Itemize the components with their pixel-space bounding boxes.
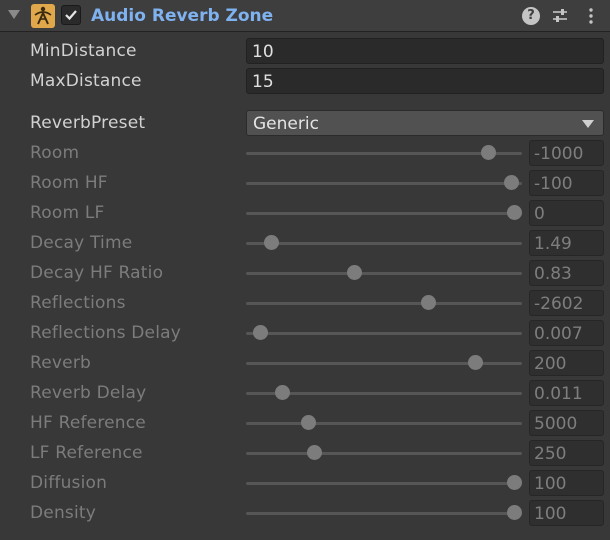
lf-reference-slider-track[interactable] xyxy=(246,452,522,455)
reflections-delay-label: Reflections Delay xyxy=(30,323,181,343)
audio-reverb-zone-icon xyxy=(31,4,55,28)
diffusion-value-field[interactable]: 100 xyxy=(529,470,604,496)
density-slider-thumb[interactable] xyxy=(506,505,522,520)
reflections-delay-row: Reflections Delay 0.007 xyxy=(0,320,610,346)
max-distance-label: MaxDistance xyxy=(30,71,142,91)
reflections-row: Reflections -2602 xyxy=(0,290,610,316)
reverb-slider-thumb[interactable] xyxy=(468,355,484,370)
diffusion-row: Diffusion 100 xyxy=(0,470,610,496)
decay-time-label: Decay Time xyxy=(30,233,133,253)
density-row: Density 100 xyxy=(0,500,610,526)
room-hf-slider-track[interactable] xyxy=(246,182,522,185)
reverb-preset-row: ReverbPreset Generic xyxy=(0,110,610,136)
hf-reference-slider-track[interactable] xyxy=(246,422,522,425)
room-hf-row: Room HF -100 xyxy=(0,170,610,196)
presets-icon[interactable] xyxy=(551,7,569,25)
reverb-preset-dropdown[interactable]: Generic xyxy=(246,110,604,136)
component-header: Audio Reverb Zone ? xyxy=(0,0,610,32)
reverb-value-field[interactable]: 200 xyxy=(529,350,604,376)
density-value-field[interactable]: 100 xyxy=(529,500,604,526)
reflections-delay-slider-track[interactable] xyxy=(246,332,522,335)
min-distance-field[interactable]: 10 xyxy=(246,38,604,64)
dropdown-arrow-icon xyxy=(582,120,594,128)
reverb-delay-slider-thumb[interactable] xyxy=(274,385,290,400)
decay-time-slider-thumb[interactable] xyxy=(263,235,279,250)
component-title: Audio Reverb Zone xyxy=(91,6,274,26)
room-hf-value-field[interactable]: -100 xyxy=(529,170,604,196)
lf-reference-slider-thumb[interactable] xyxy=(306,445,322,460)
reverb-delay-label: Reverb Delay xyxy=(30,383,147,403)
hf-reference-label: HF Reference xyxy=(30,413,146,433)
reverb-label: Reverb xyxy=(30,353,92,373)
decay-time-row: Decay Time 1.49 xyxy=(0,230,610,256)
reflections-delay-value-field[interactable]: 0.007 xyxy=(529,320,604,346)
room-slider-thumb[interactable] xyxy=(480,145,496,160)
diffusion-slider-thumb[interactable] xyxy=(506,475,522,490)
diffusion-slider-track[interactable] xyxy=(246,482,522,485)
max-distance-row: MaxDistance 15 xyxy=(0,68,610,94)
room-lf-slider-thumb[interactable] xyxy=(506,205,522,220)
reflections-slider-thumb[interactable] xyxy=(421,295,437,310)
reverb-row: Reverb 200 xyxy=(0,350,610,376)
room-lf-slider-track[interactable] xyxy=(246,212,522,215)
reverb-delay-row: Reverb Delay 0.011 xyxy=(0,380,610,406)
diffusion-label: Diffusion xyxy=(30,473,108,493)
component-enabled-checkbox[interactable] xyxy=(61,5,81,25)
reflections-value-field[interactable]: -2602 xyxy=(529,290,604,316)
room-hf-slider-thumb[interactable] xyxy=(503,175,519,190)
room-lf-label: Room LF xyxy=(30,203,105,223)
decay-hf-ratio-slider-track[interactable] xyxy=(246,272,522,275)
decay-time-value-field[interactable]: 1.49 xyxy=(529,230,604,256)
room-hf-label: Room HF xyxy=(30,173,108,193)
decay-hf-ratio-row: Decay HF Ratio 0.83 xyxy=(0,260,610,286)
lf-reference-value-field[interactable]: 250 xyxy=(529,440,604,466)
help-icon[interactable]: ? xyxy=(522,7,540,25)
reverb-preset-value: Generic xyxy=(253,114,319,134)
foldout-arrow-icon[interactable] xyxy=(8,10,20,19)
room-row: Room -1000 xyxy=(0,140,610,166)
lf-reference-row: LF Reference 250 xyxy=(0,440,610,466)
reflections-label: Reflections xyxy=(30,293,126,313)
density-label: Density xyxy=(30,503,97,523)
context-menu-icon[interactable] xyxy=(582,7,600,25)
decay-hf-ratio-label: Decay HF Ratio xyxy=(30,263,164,283)
room-label: Room xyxy=(30,143,80,163)
hf-reference-slider-thumb[interactable] xyxy=(301,415,317,430)
hf-reference-value-field[interactable]: 5000 xyxy=(529,410,604,436)
hf-reference-row: HF Reference 5000 xyxy=(0,410,610,436)
reflections-delay-slider-thumb[interactable] xyxy=(252,325,268,340)
reverb-preset-label: ReverbPreset xyxy=(30,113,146,133)
lf-reference-label: LF Reference xyxy=(30,443,143,463)
decay-hf-ratio-value-field[interactable]: 0.83 xyxy=(529,260,604,286)
min-distance-label: MinDistance xyxy=(30,41,137,61)
decay-hf-ratio-slider-thumb[interactable] xyxy=(346,265,362,280)
room-lf-row: Room LF 0 xyxy=(0,200,610,226)
density-slider-track[interactable] xyxy=(246,512,522,515)
min-distance-row: MinDistance 10 xyxy=(0,38,610,64)
reflections-slider-track[interactable] xyxy=(246,302,522,305)
max-distance-field[interactable]: 15 xyxy=(246,68,604,94)
reverb-delay-value-field[interactable]: 0.011 xyxy=(529,380,604,406)
decay-time-slider-track[interactable] xyxy=(246,242,522,245)
room-lf-value-field[interactable]: 0 xyxy=(529,200,604,226)
room-value-field[interactable]: -1000 xyxy=(529,140,604,166)
